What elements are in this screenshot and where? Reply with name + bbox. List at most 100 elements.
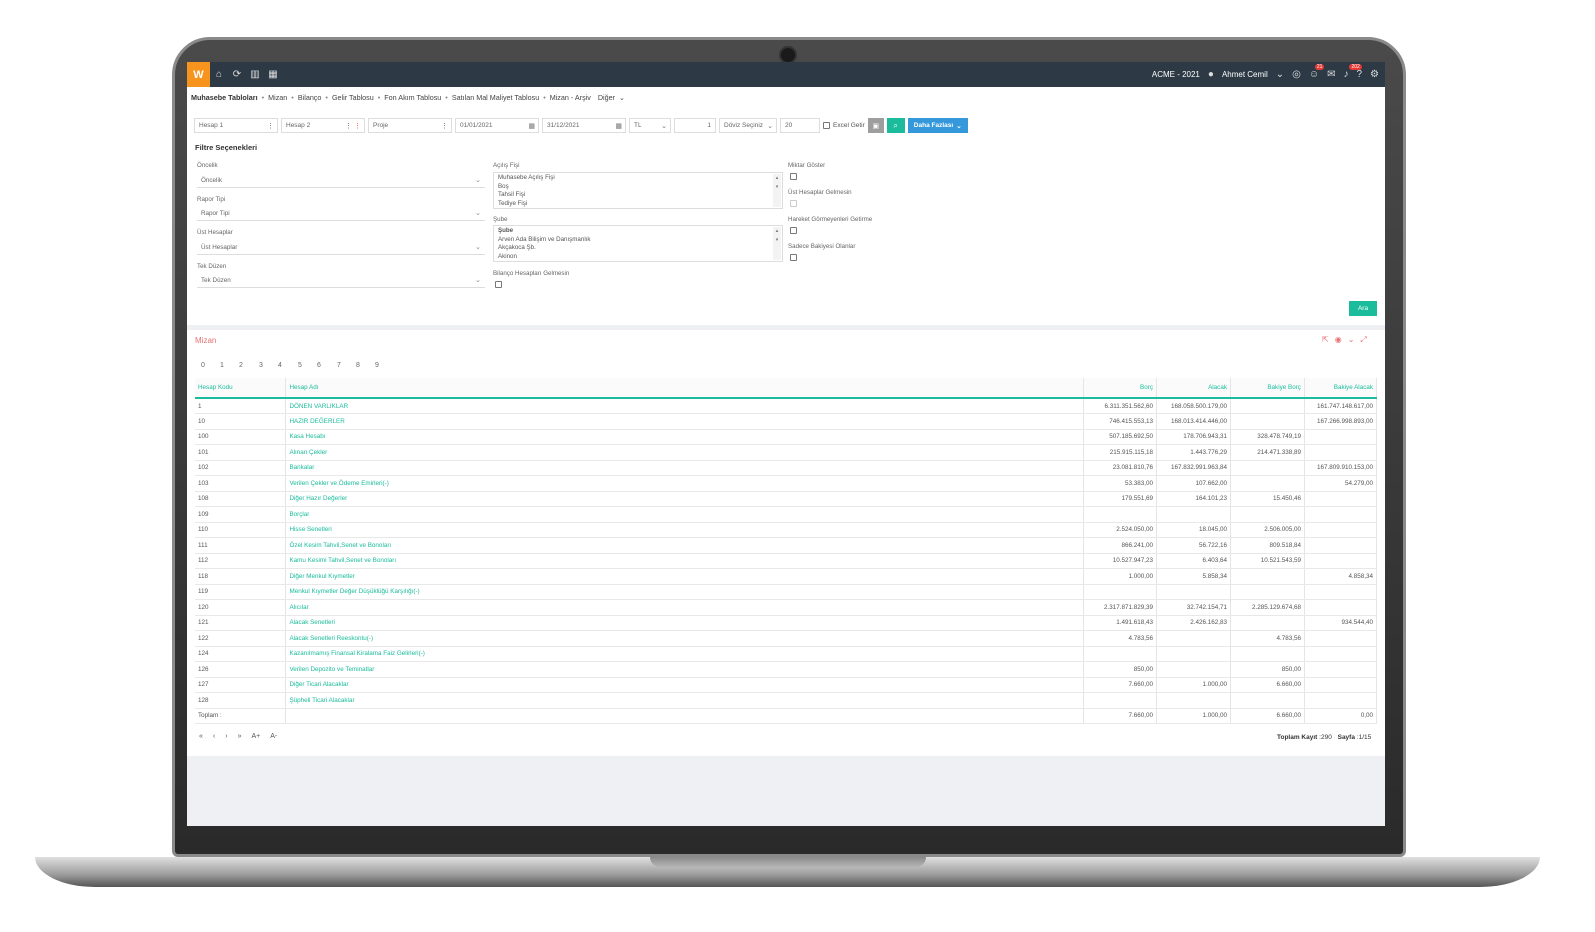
digit-filter-7[interactable]: 7 — [337, 362, 341, 369]
digit-filter-5[interactable]: 5 — [298, 362, 302, 369]
next-page-button[interactable]: › — [225, 733, 227, 740]
more-icon[interactable]: ⋮ ⋮ — [345, 122, 361, 130]
chart-icon[interactable]: ▥ — [246, 69, 264, 80]
digit-filter-6[interactable]: 6 — [317, 362, 321, 369]
cell-hesap-adi[interactable]: Şüpheli Ticari Alacaklar — [285, 692, 1085, 709]
calendar-icon[interactable]: ▦ — [264, 69, 282, 80]
table-row[interactable]: 109 Borçlar — [195, 506, 1378, 523]
font-decrease-button[interactable]: A- — [270, 733, 277, 740]
col-bakiye-borc[interactable]: Bakiye Borç — [1230, 378, 1305, 399]
search-submit-button[interactable]: Ara — [1349, 301, 1377, 316]
table-row[interactable]: 127 Diğer Ticari Alacaklar 7.660,00 1.000,0… — [195, 677, 1378, 693]
hesap1-input[interactable]: Hesap 1 ⋮ — [194, 118, 278, 133]
more-icon[interactable]: ⋮ — [441, 122, 448, 130]
table-row[interactable]: 122 Alacak Senetleri Reeskontu(-) 4.783,56… — [195, 630, 1378, 647]
crumb-satilan[interactable]: Satılan Mal Maliyet Tablosu — [452, 93, 539, 102]
cell-hesap-adi[interactable]: Verilen Çekler ve Ödeme Emirleri(-) — [285, 475, 1085, 492]
chevron-down-icon[interactable]: ⌄ — [1348, 335, 1355, 345]
crumb-fon[interactable]: Fon Akım Tablosu — [384, 93, 441, 102]
help-icon[interactable]: ? — [1356, 69, 1362, 80]
cell-hesap-adi[interactable]: Hisse Senetleri — [285, 522, 1085, 538]
search-button[interactable]: ⌕ — [886, 118, 905, 133]
table-row[interactable]: 112 Kamu Kesimi Tahvil,Senet ve Bonoları 1… — [195, 553, 1378, 569]
cell-hesap-adi[interactable]: Alıcılar — [285, 599, 1085, 616]
currency-select[interactable]: TL ⌄ — [629, 118, 671, 133]
calendar-icon[interactable]: ▦ — [528, 122, 535, 130]
table-row[interactable]: 119 Menkul Kıymetler Değer Düşüklüğü Karş… — [195, 584, 1378, 600]
ust-select[interactable]: Üst Hesaplar ⌄ — [197, 240, 485, 255]
acilis-listbox[interactable]: Muhasebe Açılış Fişi Boş Tahsil Fişi Ted… — [493, 172, 783, 209]
col-alacak[interactable]: Alacak — [1156, 378, 1231, 399]
table-row[interactable]: 110 Hisse Senetleri 2.524.050,00 18.045,00 2… — [195, 522, 1378, 538]
cell-hesap-adi[interactable]: Özel Kesim Tahvil,Senet ve Bonoları — [285, 537, 1085, 554]
digit-filter-8[interactable]: 8 — [356, 362, 360, 369]
prev-page-button[interactable]: ‹ — [213, 733, 215, 740]
first-page-button[interactable]: « — [199, 733, 203, 740]
cell-hesap-adi[interactable]: Alacak Senetleri — [285, 615, 1085, 631]
cell-hesap-adi[interactable]: Menkul Kıymetler Değer Düşüklüğü Karşılı… — [285, 584, 1085, 600]
company-selector[interactable]: ACME - 2021 — [1152, 70, 1200, 79]
gear-icon[interactable]: ⚙ — [1370, 69, 1379, 80]
table-row[interactable]: 111 Özel Kesim Tahvil,Senet ve Bonoları 86… — [195, 537, 1378, 554]
user-menu[interactable]: Ahmet Cemil — [1222, 70, 1268, 79]
font-increase-button[interactable]: A+ — [252, 733, 261, 740]
table-row[interactable]: 120 Alıcılar 2.317.871.829,39 32.742.154,71… — [195, 599, 1378, 616]
chat-icon[interactable]: ☺ 21 — [1309, 64, 1325, 80]
digit-filter-3[interactable]: 3 — [259, 362, 263, 369]
cell-hesap-adi[interactable]: Diğer Menkul Kıymetler — [285, 568, 1085, 585]
list-item[interactable]: Muhasebe Açılış Fişi — [498, 174, 778, 183]
tek-select[interactable]: Tek Düzen ⌄ — [197, 273, 485, 288]
table-row[interactable]: 103 Verilen Çekler ve Ödeme Emirleri(-) 53… — [195, 475, 1378, 492]
table-row[interactable]: 108 Diğer Hazır Değerler 179.551,69 164.101… — [195, 491, 1378, 507]
scrollbar[interactable]: ▴ ▾ — [773, 227, 781, 260]
list-item[interactable]: Akinon — [498, 253, 778, 262]
ust-gelmesin-checkbox[interactable] — [790, 200, 797, 207]
more-options-button[interactable]: Daha Fazlası ⌄ — [907, 118, 968, 133]
expand-icon[interactable]: ⤢ — [1360, 335, 1366, 345]
table-row[interactable]: 102 Bankalar 23.081.810,76 167.832.991.963,… — [195, 460, 1378, 476]
start-date-input[interactable]: 01/01/2021 ▦ — [455, 118, 539, 133]
last-page-button[interactable]: » — [238, 733, 242, 740]
sadece-checkbox[interactable] — [790, 254, 797, 261]
list-item[interactable]: Akçakoca Şb. — [498, 244, 778, 253]
cell-hesap-adi[interactable]: Bankalar — [285, 460, 1085, 476]
chevron-down-icon[interactable]: ⌄ — [619, 93, 625, 102]
home-icon[interactable]: ⌂ — [210, 69, 228, 80]
col-hesap-kodu[interactable]: Hesap Kodu — [195, 378, 287, 399]
bilanco-checkbox[interactable] — [495, 281, 502, 288]
crumb-muhasebe[interactable]: Muhasebe Tabloları — [191, 93, 258, 102]
eye-icon[interactable]: ◉ — [1335, 335, 1342, 345]
table-row[interactable]: 100 Kasa Hesabı 507.185.692,50 178.706.943,… — [195, 429, 1378, 445]
digit-filter-1[interactable]: 1 — [220, 362, 224, 369]
cell-hesap-adi[interactable]: Kasa Hesabı — [285, 429, 1085, 445]
oncelik-select[interactable]: Öncelik ⌄ — [197, 173, 485, 188]
table-row[interactable]: 128 Şüpheli Ticari Alacaklar — [195, 692, 1378, 709]
chevron-down-icon[interactable]: ⌄ — [1276, 69, 1284, 80]
list-item[interactable]: Arven Ada Bilişim ve Danışmanlık — [498, 236, 778, 245]
cell-hesap-adi[interactable]: Verilen Depozito ve Teminatlar — [285, 661, 1085, 678]
cell-hesap-adi[interactable]: Kazanılmamış Finansal Kiralama Faiz Geli… — [285, 646, 1085, 662]
cell-hesap-adi[interactable]: Kamu Kesimi Tahvil,Senet ve Bonoları — [285, 553, 1085, 569]
export-icon[interactable]: ⇱ — [1322, 335, 1329, 345]
crumb-diger[interactable]: Diğer — [598, 93, 615, 102]
excel-checkbox[interactable] — [823, 122, 830, 129]
cell-hesap-adi[interactable]: DÖNEN VARLIKLAR — [285, 398, 1085, 414]
crumb-bilanco[interactable]: Bilanço — [298, 93, 322, 102]
message-icon[interactable]: ✉ — [1327, 69, 1335, 80]
digit-filter-4[interactable]: 4 — [278, 362, 282, 369]
table-row[interactable]: 118 Diğer Menkul Kıymetler 1.000,00 5.858,3… — [195, 568, 1378, 585]
proje-input[interactable]: Proje ⋮ — [368, 118, 452, 133]
crumb-mizan[interactable]: Mizan — [268, 93, 287, 102]
calendar-icon[interactable]: ▦ — [615, 122, 622, 130]
cell-hesap-adi[interactable]: Alacak Senetleri Reeskontu(-) — [285, 630, 1085, 647]
cell-hesap-adi[interactable]: HAZIR DEĞERLER — [285, 413, 1085, 430]
crumb-gelir[interactable]: Gelir Tablosu — [332, 93, 374, 102]
digit-filter-0[interactable]: 0 — [201, 362, 205, 369]
rapor-select[interactable]: Rapor Tipi ⌄ — [197, 206, 485, 221]
rate-input[interactable]: 1 — [674, 118, 716, 133]
digit-filter-2[interactable]: 2 — [239, 362, 243, 369]
miktar-checkbox[interactable] — [790, 173, 797, 180]
col-hesap-adi[interactable]: Hesap Adı — [285, 378, 1085, 399]
page-size-input[interactable]: 20 — [780, 118, 820, 133]
doviz-select[interactable]: Döviz Seçiniz ⌄ — [719, 118, 777, 133]
